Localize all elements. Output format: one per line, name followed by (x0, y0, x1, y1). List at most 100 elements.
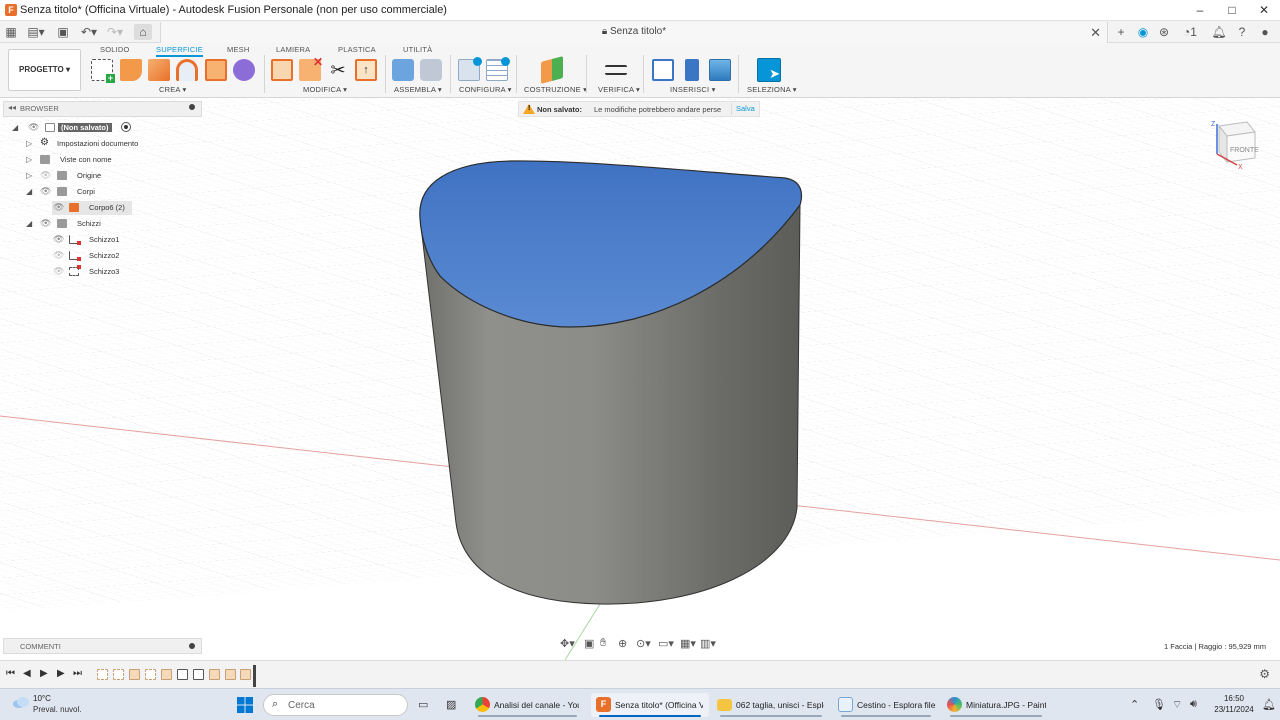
joint-icon[interactable] (420, 59, 442, 81)
thicken-icon[interactable]: ↑ (355, 59, 377, 81)
expand-toggle-icon[interactable]: ◢ (26, 219, 32, 228)
photos-app-icon[interactable]: ▨ (446, 698, 456, 711)
timeline-marker[interactable] (253, 665, 256, 687)
orbit-icon[interactable]: ✥▾ (560, 637, 575, 650)
form-icon[interactable] (233, 59, 255, 81)
extensions-icon[interactable]: ◉ (1134, 24, 1152, 40)
taskbar-app-paint[interactable]: Miniatura.JPG - Paint (942, 693, 1050, 717)
bell-icon[interactable]: 🔔︎ (1210, 24, 1228, 40)
visibility-eye-icon[interactable]: 👁︎ (28, 122, 39, 133)
notification-center-icon[interactable]: 🔔︎ (1262, 698, 1276, 711)
tree-item-settings[interactable]: ▷ ⚙ Impostazioni documento (26, 137, 176, 151)
timeline-sketch-icon[interactable] (145, 669, 156, 680)
visibility-eye-icon[interactable]: 👁︎ (53, 202, 64, 213)
tab-solido[interactable]: SOLIDO (100, 45, 130, 54)
go-to-end-icon[interactable]: ⏭ (73, 668, 82, 679)
workspace-switcher[interactable]: PROGETTO ▾ (8, 49, 81, 91)
new-component-icon[interactable] (392, 59, 414, 81)
measure-icon[interactable] (605, 65, 627, 75)
extrude-surface-icon[interactable] (120, 59, 142, 81)
visibility-eye-icon[interactable]: 👁︎ (53, 234, 64, 245)
home-icon[interactable]: ⌂ (134, 24, 152, 40)
visibility-eye-icon[interactable]: 👁︎ (40, 186, 51, 197)
timeline-sketch-icon[interactable] (113, 669, 124, 680)
add-comment-icon[interactable] (189, 643, 195, 649)
expand-toggle-icon[interactable]: ▷ (26, 171, 32, 180)
tree-item-bodies[interactable]: ◢ 👁︎ Corpi (26, 185, 176, 199)
pan-hand-icon[interactable]: ✋︎ (600, 637, 606, 650)
weather-temperature[interactable]: 10°C (33, 694, 51, 703)
timeline-sketch-icon[interactable] (97, 669, 108, 680)
look-at-icon[interactable]: ▣ (584, 637, 594, 650)
group-modifica[interactable]: MODIFICA ▾ (303, 85, 347, 94)
tree-item-sketch1[interactable]: 👁︎ Schizzo1 (52, 233, 142, 247)
close-button[interactable]: ✕ (1248, 0, 1280, 21)
tree-item-body[interactable]: 👁︎ Corpo6 (2) (52, 201, 132, 215)
configuration-table-icon[interactable] (486, 57, 510, 81)
insert-mcmaster-icon[interactable] (685, 59, 699, 81)
timeline-extrude-icon[interactable] (161, 669, 172, 680)
collapse-browser-icon[interactable]: ◂◂ (8, 103, 16, 112)
create-sketch-icon[interactable]: + (91, 59, 115, 83)
zoom-icon[interactable]: ⊕ (618, 637, 627, 650)
task-view-icon[interactable]: ▭ (418, 698, 428, 711)
group-configura[interactable]: CONFIGURA ▾ (459, 85, 512, 94)
insert-derive-icon[interactable] (652, 59, 674, 81)
taskbar-app-recycle[interactable]: Cestino - Esplora file (833, 693, 939, 717)
undo-icon[interactable]: ↶▾ (78, 24, 100, 40)
timeline-feature-icon[interactable] (240, 669, 251, 680)
taskbar-search[interactable]: ⌕ Cerca (263, 694, 408, 716)
notifications-count-icon[interactable]: ◔1 (1178, 24, 1202, 40)
maximize-button[interactable]: □ (1216, 0, 1248, 21)
taskbar-app-chrome[interactable]: Analisi del canale - YouT (470, 693, 585, 717)
save-link[interactable]: Salva (731, 103, 759, 115)
tree-item-root[interactable]: ◢ 👁︎ (Non salvato) (12, 121, 152, 135)
tab-superficie[interactable]: SUPERFICIE (156, 45, 204, 57)
configure-icon[interactable] (458, 57, 482, 81)
wifi-icon[interactable]: ⌔ (1172, 698, 1182, 712)
data-panel-grid-icon[interactable]: ▦ (4, 24, 18, 40)
viewport-3d[interactable] (0, 98, 1280, 660)
tree-item-sketch3[interactable]: 👁︎ Schizzo3 (52, 265, 142, 279)
document-tab-close-icon[interactable]: ✕ (1090, 25, 1101, 41)
trim-icon[interactable] (271, 59, 293, 81)
patch-icon[interactable] (148, 59, 170, 81)
insert-canvas-icon[interactable] (709, 59, 731, 81)
file-menu-icon[interactable]: ▤▾ (26, 24, 46, 40)
comments-panel-header[interactable]: COMMENTI (3, 638, 202, 654)
tree-item-origin[interactable]: ▷ 👁︎ Origine (26, 169, 176, 183)
redo-icon[interactable]: ↷▾ (104, 24, 126, 40)
tab-lamiera[interactable]: LAMIERA (276, 45, 310, 54)
volume-icon[interactable]: 🔊︎ (1190, 698, 1197, 711)
taskbar-app-explorer[interactable]: 062 taglia, unisci - Esplo (712, 693, 830, 717)
viewports-icon[interactable]: ▥▾ (700, 637, 716, 650)
microphone-icon[interactable]: 🎙︎ (1152, 698, 1166, 711)
browser-panel-header[interactable]: ◂◂ BROWSER (3, 101, 202, 117)
go-to-start-icon[interactable]: ⏮ (6, 668, 15, 679)
browser-pin-icon[interactable] (189, 104, 195, 110)
activate-radio-icon[interactable] (121, 122, 131, 132)
offset-plane-icon[interactable] (541, 56, 563, 84)
timeline-trim-icon[interactable] (209, 669, 220, 680)
visibility-eye-icon[interactable]: 👁︎ (53, 266, 64, 277)
expand-toggle-icon[interactable]: ◢ (26, 187, 32, 196)
step-back-icon[interactable]: ◀ (23, 668, 31, 679)
tree-item-sketch2[interactable]: 👁︎ Schizzo2 (52, 249, 142, 263)
system-clock[interactable]: 16:50 23/11/2024 (1212, 693, 1256, 715)
offset-surface-icon[interactable] (205, 59, 227, 81)
job-status-icon[interactable]: ⊛ (1155, 24, 1173, 40)
select-cursor-icon[interactable]: ➤ (757, 58, 781, 82)
group-seleziona[interactable]: SELEZIONA ▾ (747, 85, 797, 94)
timeline-extrude-icon[interactable] (129, 669, 140, 680)
cloud-weather-icon[interactable] (12, 696, 30, 708)
expand-toggle-icon[interactable]: ◢ (12, 123, 18, 132)
group-assembla[interactable]: ASSEMBLA ▾ (394, 85, 442, 94)
save-icon[interactable]: ▣ (56, 24, 70, 40)
taskbar-app-fusion[interactable]: F Senza titolo* (Officina V (591, 693, 709, 717)
group-crea[interactable]: CREA ▾ (159, 85, 186, 94)
tab-utilita[interactable]: UTILITÀ (403, 45, 432, 54)
minimize-button[interactable]: – (1184, 0, 1216, 21)
fit-zoom-icon[interactable]: ⊙▾ (636, 637, 651, 650)
windows-start-icon[interactable] (237, 697, 253, 713)
new-tab-icon[interactable]: + (1112, 24, 1130, 40)
